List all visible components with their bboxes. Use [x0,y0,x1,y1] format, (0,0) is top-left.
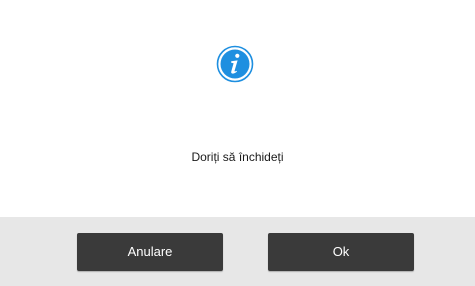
cancel-button[interactable]: Anulare [77,233,223,271]
ok-button[interactable]: Ok [268,233,414,271]
info-icon [216,45,254,83]
dialog-footer: Anulare Ok [0,217,475,286]
close-confirmation-dialog: Doriți să închideți Anulare Ok [0,0,475,286]
dialog-message: Doriți să închideți [191,150,284,164]
